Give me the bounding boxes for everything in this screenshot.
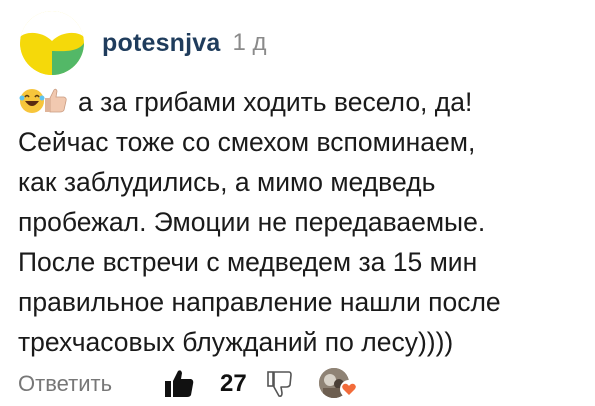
comment-header: potesnjva 1 д (20, 8, 267, 78)
comment-line-text: а за грибами ходить весело, да! (78, 87, 473, 117)
comment-time: 1 д (232, 29, 267, 56)
comment-line: а за грибами ходить весело, да! (18, 82, 588, 122)
comment-line: Сейчас тоже со смехом вспоминаем, (18, 127, 476, 157)
dislike-icon[interactable] (265, 368, 295, 400)
comment-line: как заблудились, а мимо медведь (18, 167, 436, 197)
author-name[interactable]: potesnjva (102, 29, 221, 58)
like-icon[interactable] (162, 367, 196, 401)
comment-line: правильное направление нашли после (18, 287, 501, 317)
thumbs-up-emoji-icon (45, 88, 67, 113)
avatar[interactable] (20, 11, 84, 75)
reactor-avatar[interactable] (318, 366, 359, 402)
comment-line: трехчасовых блужданий по лесу)))) (18, 327, 454, 357)
comment-body: а за грибами ходить весело, да! Сейчас т… (18, 82, 588, 362)
comment-line: После встречи с медведем за 15 мин (18, 247, 478, 277)
like-count: 27 (220, 370, 247, 397)
reply-button[interactable]: Ответить (18, 371, 112, 397)
heart-icon (339, 380, 358, 398)
comment-actions: Ответить 27 (18, 364, 359, 404)
comment-line: пробежал. Эмоции не передаваемые. (18, 207, 486, 237)
laughing-face-emoji-icon (19, 89, 45, 113)
